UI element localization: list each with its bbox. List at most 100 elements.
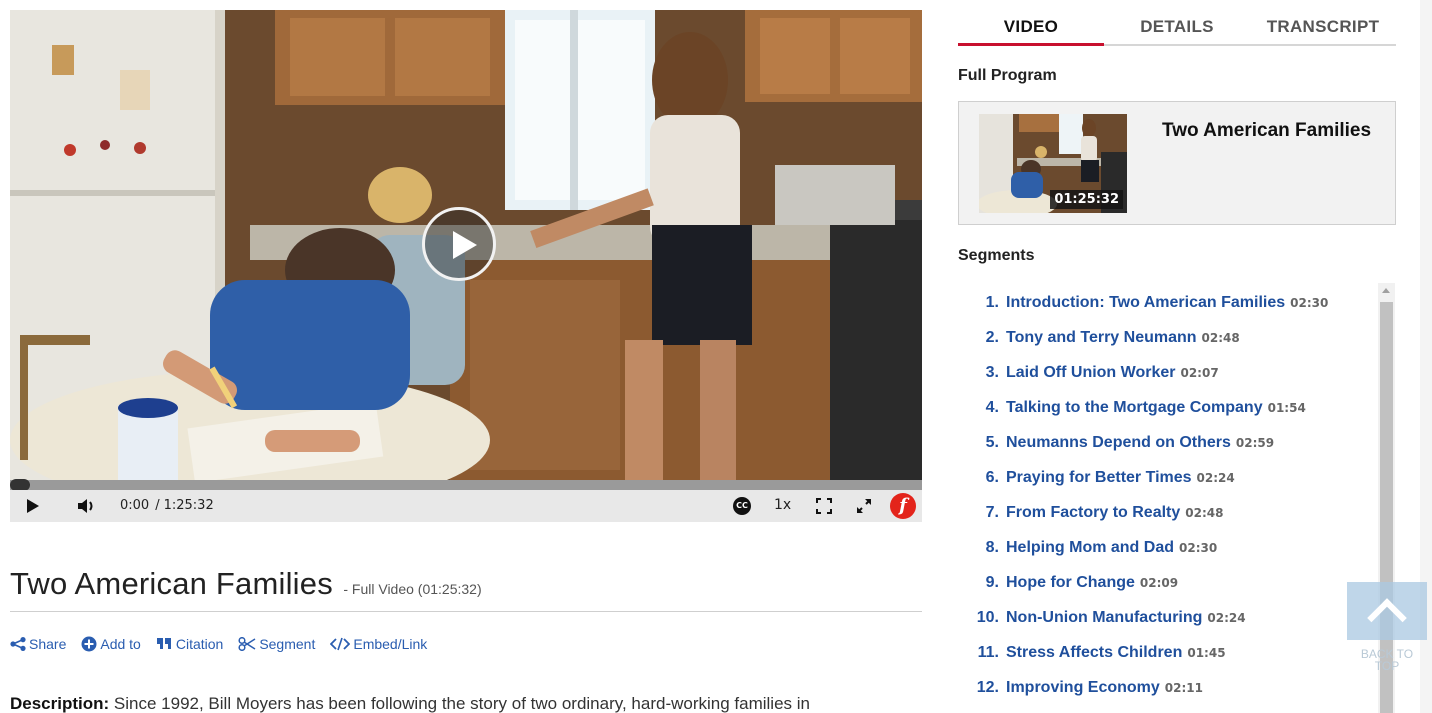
segment-duration: 02:07 [1180, 366, 1219, 380]
embed-link-button[interactable]: Embed/Link [330, 636, 427, 652]
description-text: Since 1992, Bill Moyers has been followi… [113, 694, 810, 713]
segment-duration: 02:59 [1235, 436, 1275, 450]
brand-logo-icon[interactable]: f [890, 493, 916, 519]
full-program-title[interactable]: Two American Families [1162, 120, 1371, 142]
segment-link[interactable]: Talking to the Mortgage Company [1006, 399, 1263, 417]
segment-number: 8. [985, 539, 999, 556]
segment-link[interactable]: From Factory to Realty [1006, 504, 1180, 522]
segment-link[interactable]: Improving Economy [1006, 679, 1160, 697]
citation-button[interactable]: Citation [156, 636, 223, 652]
time-display: 0:00 /1:25:32 [120, 498, 214, 513]
segment-item[interactable]: 5. Neumanns Depend on Others 02:59 [958, 423, 1373, 458]
segment-item[interactable]: 3. Laid Off Union Worker 02:07 [958, 353, 1373, 388]
segment-duration: 02:24 [1196, 471, 1235, 485]
video-actions: Share Add to Citation Segment Embed/Link [10, 636, 442, 652]
progress-bar[interactable] [10, 479, 922, 491]
share-icon [10, 637, 26, 651]
segment-number: 4. [985, 399, 999, 416]
description-label: Description: [10, 694, 110, 713]
scroll-up-arrow-icon[interactable] [1378, 283, 1395, 300]
segment-link[interactable]: Stress Affects Children [1006, 644, 1182, 662]
segment-button[interactable]: Segment [238, 636, 315, 652]
tab-details[interactable]: DETAILS [1104, 12, 1250, 44]
segment-link[interactable]: Tony and Terry Neumann [1006, 329, 1197, 347]
share-label: Share [29, 636, 67, 652]
big-play-button[interactable] [422, 207, 496, 281]
segment-link[interactable]: Laid Off Union Worker [1006, 364, 1175, 382]
code-icon [330, 637, 351, 651]
segment-number: 7. [985, 504, 999, 521]
share-button[interactable]: Share [10, 636, 66, 652]
segment-link[interactable]: Praying for Better Times [1006, 469, 1192, 487]
segment-duration: 02:30 [1179, 541, 1218, 555]
playback-rate-button[interactable]: 1x [774, 497, 791, 513]
tab-video[interactable]: VIDEO [958, 12, 1104, 46]
closed-captions-button[interactable]: CC [733, 497, 751, 515]
video-subtitle: - Full Video (01:25:32) [343, 581, 482, 597]
tab-transcript[interactable]: TRANSCRIPT [1250, 12, 1396, 44]
segment-link[interactable]: Neumanns Depend on Others [1006, 434, 1231, 452]
segment-duration: 02:48 [1201, 331, 1240, 345]
segment-link[interactable]: Introduction: Two American Families [1006, 294, 1285, 312]
citation-label: Citation [175, 636, 224, 652]
segment-item[interactable]: 12. Improving Economy 02:11 [958, 668, 1373, 703]
segment-link[interactable]: Helping Mom and Dad [1006, 539, 1174, 557]
segment-item[interactable]: 7. From Factory to Realty 02:48 [958, 493, 1373, 528]
segment-number: 3. [985, 364, 999, 381]
video-player[interactable]: 0:00 /1:25:32 CC 1x f [10, 10, 922, 522]
segment-link[interactable]: Hope for Change [1006, 574, 1135, 592]
current-time: 0:00 [120, 498, 150, 513]
segment-label: Segment [259, 636, 316, 652]
add-to-label: Add to [100, 636, 141, 652]
back-to-top-label[interactable]: BACK TO TOP [1352, 648, 1422, 672]
tab-bar: VIDEO DETAILS TRANSCRIPT [958, 12, 1396, 46]
segment-duration: 02:24 [1207, 611, 1246, 625]
fullscreen-icon[interactable] [855, 497, 873, 515]
segment-item[interactable]: 9. Hope for Change 02:09 [958, 563, 1373, 598]
segment-item[interactable]: 1. Introduction: Two American Families 02:… [958, 283, 1373, 318]
thumbnail-duration: 01:25:32 [1050, 190, 1123, 209]
segment-item[interactable]: 11. Stress Affects Children 01:45 [958, 633, 1373, 668]
segment-duration: 01:45 [1187, 646, 1226, 660]
full-program-thumbnail[interactable]: 01:25:32 [979, 114, 1127, 213]
segment-item[interactable]: 10. Non-Union Manufacturing 02:24 [958, 598, 1373, 633]
segment-item[interactable]: 8. Helping Mom and Dad 02:30 [958, 528, 1373, 563]
back-to-top-button[interactable] [1347, 582, 1427, 640]
video-description: Description: Since 1992, Bill Moyers has… [10, 694, 922, 713]
segment-duration: 02:48 [1185, 506, 1224, 520]
player-controls: 0:00 /1:25:32 CC 1x f [10, 490, 922, 522]
segment-link[interactable]: Non-Union Manufacturing [1006, 609, 1202, 627]
segment-number: 5. [985, 434, 999, 451]
segment-item[interactable]: 4. Talking to the Mortgage Company 01:54 [958, 388, 1373, 423]
segment-item[interactable]: 6. Praying for Better Times 02:24 [958, 458, 1373, 493]
segments-heading: Segments [958, 247, 1035, 264]
segments-list: 1. Introduction: Two American Families 02:… [958, 283, 1373, 703]
segment-number: 11. [977, 644, 999, 661]
time-separator: / [155, 498, 160, 513]
segment-item[interactable]: 2. Tony and Terry Neumann 02:48 [958, 318, 1373, 353]
scissors-icon [238, 637, 256, 651]
segments-panel[interactable]: 1. Introduction: Two American Families 02:… [958, 283, 1396, 713]
volume-icon[interactable] [76, 497, 98, 515]
plus-circle-icon [81, 636, 97, 652]
segment-number: 6. [985, 469, 999, 486]
segment-duration: 02:09 [1139, 576, 1179, 590]
segment-number: 2. [985, 329, 999, 346]
segment-number: 9. [985, 574, 999, 591]
video-title-row: Two American Families - Full Video (01:2… [10, 566, 922, 612]
segment-duration: 02:30 [1290, 296, 1329, 310]
segment-duration: 01:54 [1267, 401, 1306, 415]
segment-number: 1. [985, 294, 999, 311]
embed-link-label: Embed/Link [353, 636, 428, 652]
duration: 1:25:32 [163, 498, 214, 513]
segment-number: 12. [976, 679, 999, 696]
segment-number: 10. [976, 609, 999, 626]
full-program-heading: Full Program [958, 67, 1057, 84]
quote-icon [156, 638, 171, 649]
theater-mode-icon[interactable] [815, 497, 833, 515]
full-program-card[interactable]: 01:25:32 Two American Families [958, 101, 1396, 225]
segment-duration: 02:11 [1164, 681, 1203, 695]
add-to-button[interactable]: Add to [81, 636, 141, 652]
page-title: Two American Families [10, 566, 333, 601]
play-icon[interactable] [24, 498, 42, 514]
